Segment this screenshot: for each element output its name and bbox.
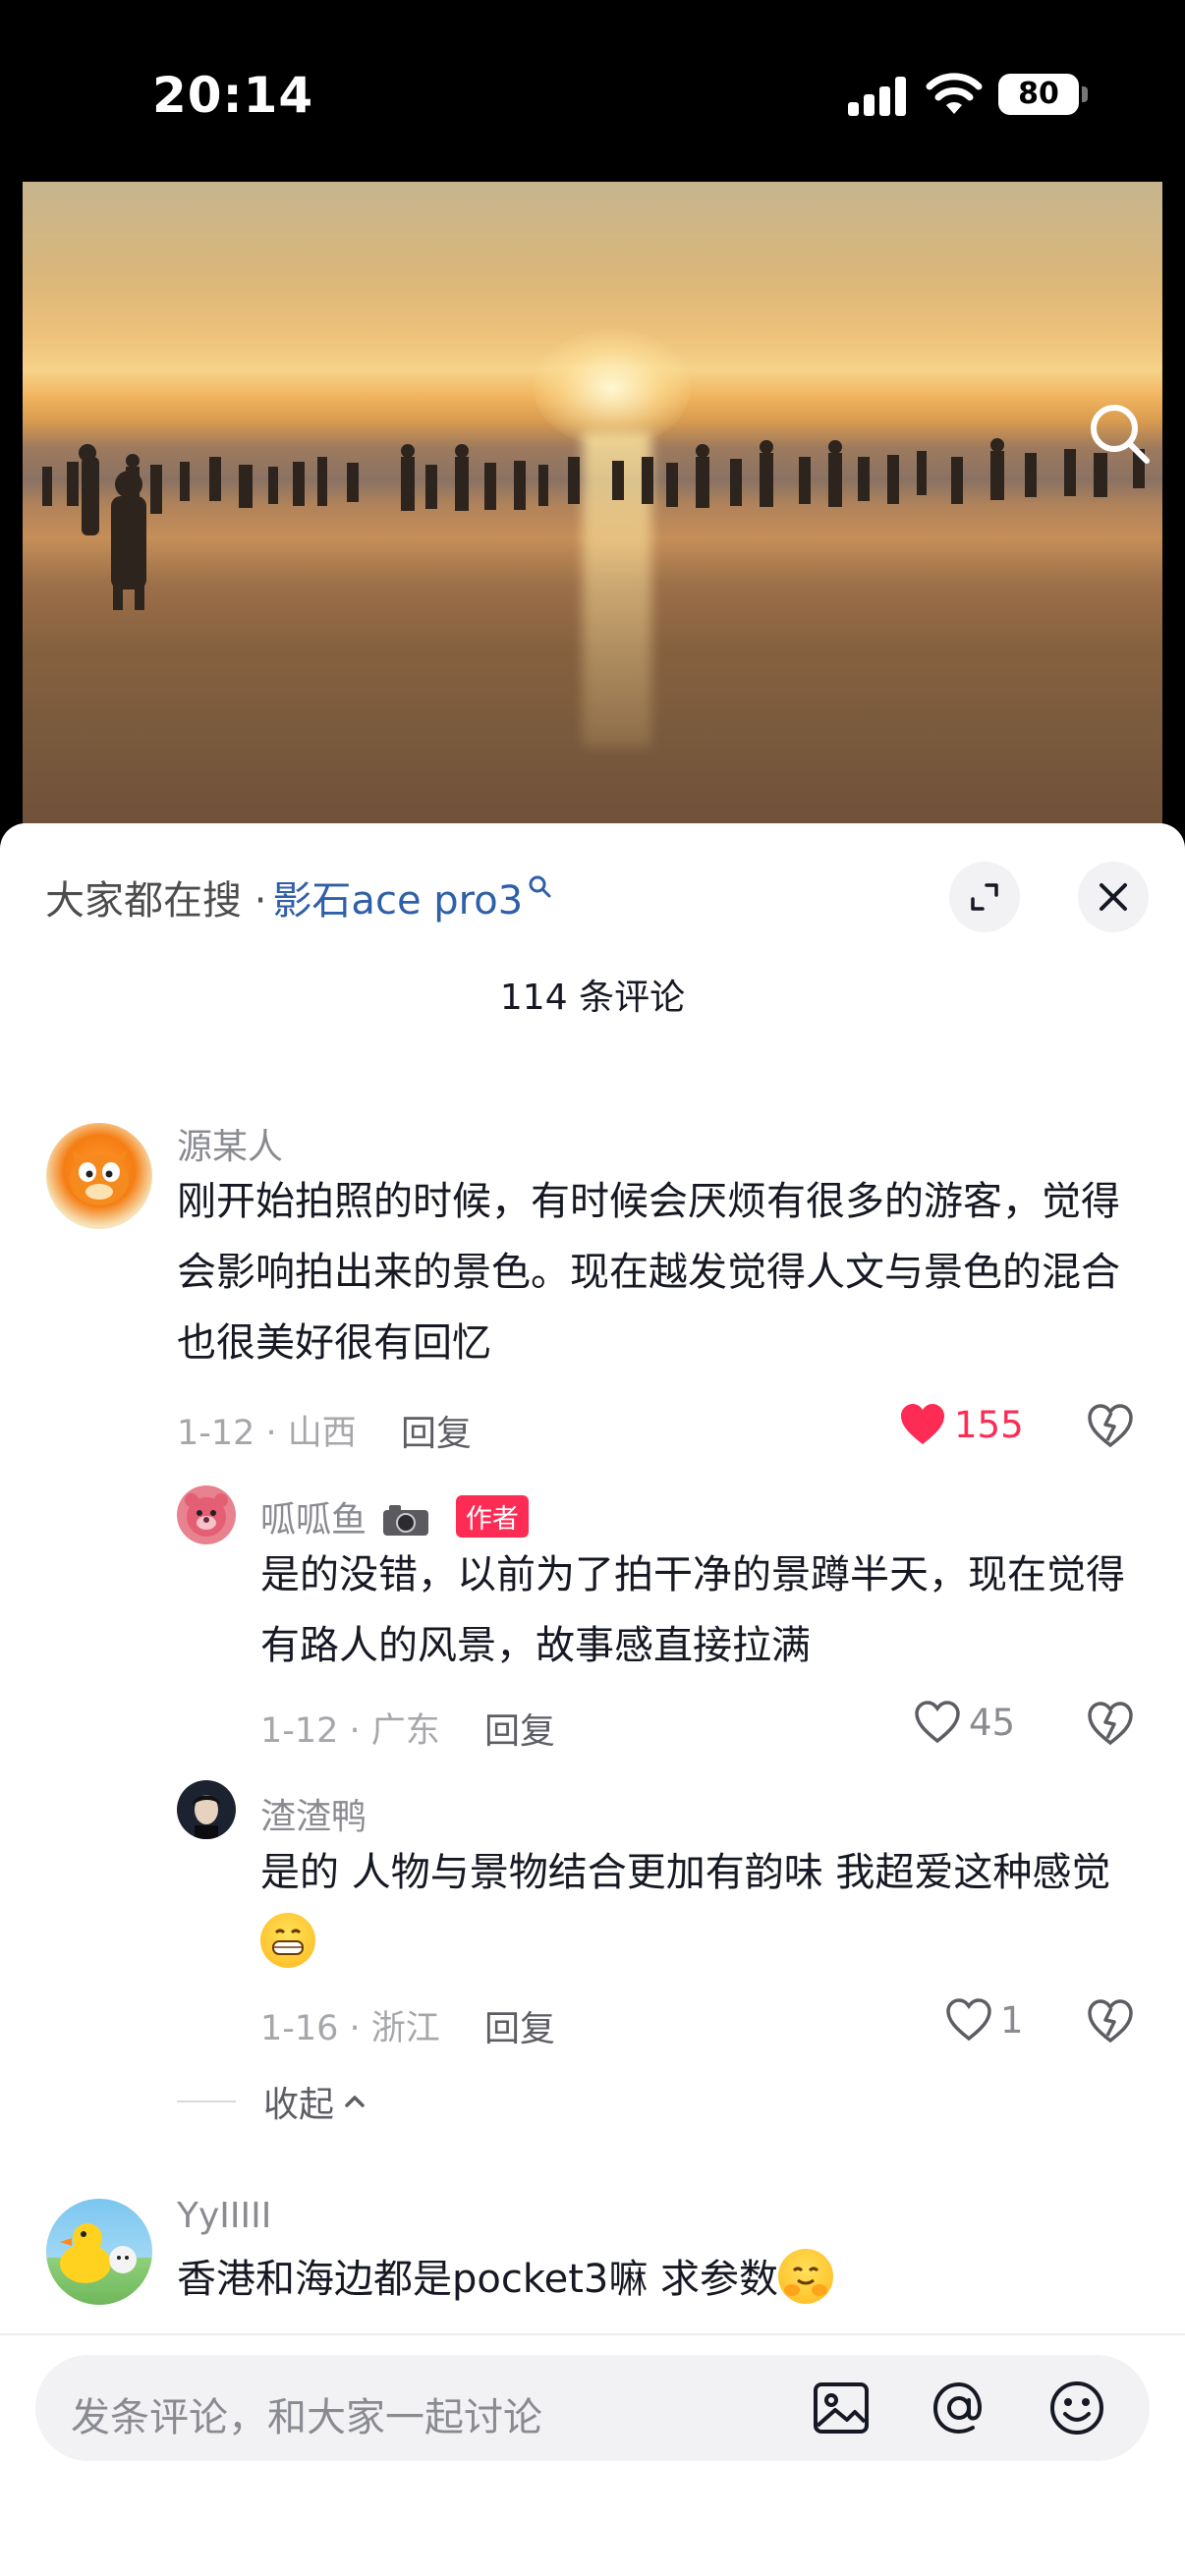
reply-button[interactable]: 回复 bbox=[484, 1703, 555, 1754]
hug-emoji-icon bbox=[778, 2249, 834, 2304]
grin-emoji-icon bbox=[260, 1913, 315, 1968]
comment-text: 香港和海边都是pocket3嘛 求参数 bbox=[177, 2244, 1140, 2315]
comment-input-placeholder: 发条评论，和大家一起讨论 bbox=[71, 2395, 542, 2440]
comment-input-bar: 发条评论，和大家一起讨论 bbox=[0, 2333, 1185, 2576]
search-icon[interactable] bbox=[1086, 400, 1155, 469]
reply-button[interactable]: 回复 bbox=[484, 2000, 555, 2051]
expand-button[interactable] bbox=[949, 862, 1020, 932]
reply-meta: 1-12 · 广东 bbox=[260, 1711, 440, 1751]
reply-text-content: 是的 人物与景物结合更加有韵味 我超爱这种感觉 bbox=[260, 1850, 1111, 1895]
comment-username[interactable]: YyIIIII bbox=[177, 2196, 271, 2236]
collapse-replies-button[interactable]: 收起 bbox=[177, 2076, 369, 2127]
status-time: 20:14 bbox=[152, 67, 314, 124]
comment-sheet: 大家都在搜 · 影石ace pro3 114 条评论 源某人 刚开始拍照的时候，… bbox=[0, 823, 1185, 2576]
camera-icon bbox=[383, 1505, 429, 1536]
status-bar: 20:14 80 bbox=[0, 0, 1185, 182]
trending-search-icon bbox=[529, 875, 551, 898]
chevron-up-icon bbox=[345, 2096, 365, 2107]
avatar[interactable] bbox=[46, 1123, 152, 1229]
reply-text: 是的 人物与景物结合更加有韵味 我超爱这种感觉 bbox=[260, 1837, 1145, 1979]
garfield-avatar-art bbox=[70, 1150, 129, 1205]
comment-username[interactable]: 源某人 bbox=[177, 1118, 283, 1169]
trending-keyword[interactable]: 影石ace pro3 bbox=[272, 868, 523, 925]
duck-avatar-art bbox=[60, 2223, 137, 2283]
close-button[interactable] bbox=[1078, 862, 1149, 932]
lotso-avatar-art bbox=[185, 1493, 228, 1537]
avatar[interactable] bbox=[177, 1780, 236, 1839]
comment-input[interactable]: 发条评论，和大家一起讨论 bbox=[35, 2355, 1150, 2461]
avatar[interactable] bbox=[177, 1485, 236, 1544]
heart-icon bbox=[946, 1998, 991, 2042]
expand-icon bbox=[971, 883, 998, 911]
at-icon[interactable] bbox=[928, 2377, 990, 2439]
portrait-avatar-art bbox=[193, 1795, 220, 1839]
reply-username[interactable]: 渣渣鸭 bbox=[260, 1788, 367, 1839]
like-count: 1 bbox=[1000, 1998, 1024, 2042]
comment-count: 114 条评论 bbox=[499, 978, 686, 1018]
collapse-label: 收起 bbox=[263, 2085, 335, 2125]
like-count: 155 bbox=[954, 1403, 1024, 1446]
like-button[interactable]: 1 bbox=[945, 1998, 1024, 2042]
post-photo[interactable] bbox=[23, 182, 1162, 830]
reply-button[interactable]: 回复 bbox=[401, 1405, 472, 1456]
reply-meta: 1-16 · 浙江 bbox=[260, 2009, 440, 2048]
beach-crowd-silhouettes bbox=[42, 438, 1145, 610]
comment-meta: 1-12 · 山西 bbox=[177, 1414, 357, 1453]
avatar[interactable] bbox=[46, 2199, 152, 2305]
dislike-icon[interactable] bbox=[1086, 1403, 1135, 1448]
reply-username-text: 呱呱鱼 bbox=[260, 1500, 367, 1540]
signal-icon bbox=[848, 77, 907, 116]
dislike-icon[interactable] bbox=[1086, 1701, 1135, 1746]
like-count: 45 bbox=[969, 1701, 1016, 1744]
reply-username[interactable]: 呱呱鱼 作者 bbox=[260, 1491, 529, 1542]
comment-text-content: 香港和海边都是pocket3嘛 求参数 bbox=[177, 2257, 779, 2302]
battery-indicator: 80 bbox=[998, 74, 1088, 115]
emoji-icon[interactable] bbox=[1045, 2377, 1108, 2439]
comment-text: 刚开始拍照的时候，有时候会厌烦有很多的游客，觉得会影响拍出来的景色。现在越发觉得… bbox=[177, 1179, 1120, 1366]
image-icon[interactable] bbox=[810, 2377, 873, 2439]
reply-text: 是的没错，以前为了拍干净的景蹲半天，现在觉得有路人的风景，故事感直接拉满 bbox=[260, 1552, 1125, 1668]
trending-search[interactable]: 大家都在搜 · 影石ace pro3 bbox=[45, 868, 552, 925]
like-button[interactable]: 155 bbox=[899, 1403, 1024, 1446]
heart-icon bbox=[901, 1404, 944, 1444]
dislike-icon[interactable] bbox=[1086, 1998, 1135, 2044]
like-button[interactable]: 45 bbox=[914, 1701, 1015, 1744]
close-icon bbox=[1100, 883, 1127, 911]
heart-icon bbox=[915, 1701, 960, 1744]
author-badge: 作者 bbox=[455, 1495, 529, 1538]
collapse-divider bbox=[177, 2100, 236, 2102]
trending-prefix: 大家都在搜 · bbox=[45, 878, 267, 924]
wifi-icon bbox=[926, 73, 983, 114]
